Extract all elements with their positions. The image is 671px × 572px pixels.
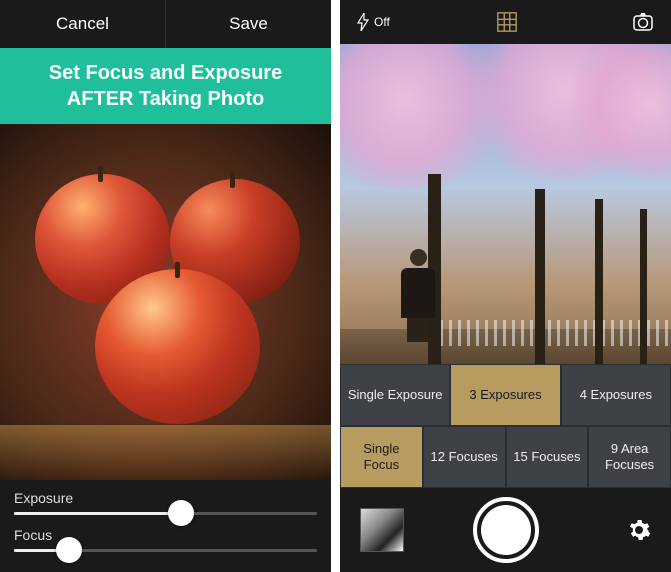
settings-icon[interactable] — [627, 518, 651, 542]
exposure-option-1[interactable]: 3 Exposures — [450, 364, 560, 426]
grid-icon[interactable] — [496, 11, 518, 33]
exposure-segment-row: Single Exposure3 Exposures4 Exposures — [340, 364, 671, 426]
camera-top-bar: Off — [340, 0, 671, 44]
save-button[interactable]: Save — [166, 0, 331, 48]
focus-option-1[interactable]: 12 Focuses — [423, 426, 506, 488]
camera-bottom-bar — [340, 488, 671, 572]
exposure-slider[interactable] — [14, 512, 317, 515]
focus-slider[interactable] — [14, 549, 317, 552]
editor-screen: Cancel Save Set Focus and Exposure AFTER… — [0, 0, 331, 572]
flash-icon — [356, 13, 370, 31]
focus-segment-row: Single Focus12 Focuses15 Focuses9 Area F… — [340, 426, 671, 488]
cancel-button[interactable]: Cancel — [0, 0, 166, 48]
exposure-option-0[interactable]: Single Exposure — [340, 364, 450, 426]
exposure-option-2[interactable]: 4 Exposures — [561, 364, 671, 426]
flash-label: Off — [374, 15, 390, 29]
focus-option-3[interactable]: 9 Area Focuses — [588, 426, 671, 488]
shutter-button[interactable] — [473, 497, 539, 563]
focus-option-0[interactable]: Single Focus — [340, 426, 423, 488]
promo-banner: Set Focus and Exposure AFTER Taking Phot… — [0, 48, 331, 124]
flip-camera-icon[interactable] — [631, 11, 655, 33]
camera-screen: Off Single Exposure3 Exposures4 Exposure… — [340, 0, 671, 572]
banner-line-2: AFTER Taking Photo — [10, 86, 321, 112]
focus-option-2[interactable]: 15 Focuses — [506, 426, 589, 488]
person-in-view — [398, 249, 438, 339]
exposure-slider-row: Exposure — [14, 490, 317, 515]
flash-toggle[interactable]: Off — [356, 13, 390, 31]
exposure-thumb[interactable] — [168, 500, 194, 526]
focus-thumb[interactable] — [56, 537, 82, 563]
sliders-panel: Exposure Focus — [0, 480, 331, 572]
camera-viewfinder[interactable] — [340, 44, 671, 364]
editor-top-bar: Cancel Save — [0, 0, 331, 48]
focus-slider-row: Focus — [14, 527, 317, 552]
gallery-thumbnail[interactable] — [360, 508, 404, 552]
edit-photo-preview — [0, 124, 331, 480]
banner-line-1: Set Focus and Exposure — [10, 60, 321, 86]
exposure-label: Exposure — [14, 490, 317, 506]
